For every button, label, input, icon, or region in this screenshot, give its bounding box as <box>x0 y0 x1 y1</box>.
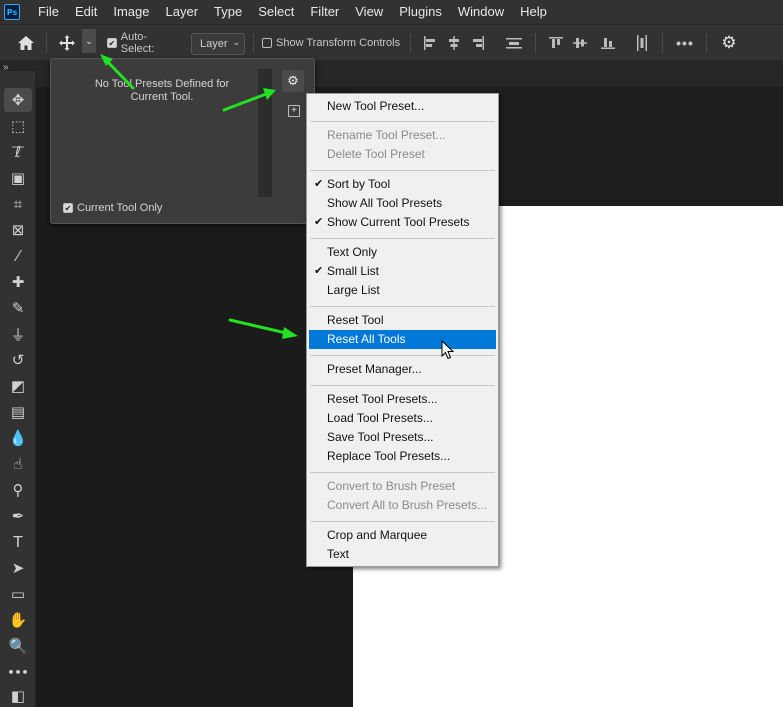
annotation-arrow-3 <box>228 318 288 335</box>
annotation-arrow-2 <box>222 92 268 112</box>
mouse-pointer-icon <box>441 340 455 360</box>
annotation-arrowhead-3 <box>282 327 298 339</box>
annotation-arrows <box>100 54 298 339</box>
annotation-arrow-1 <box>104 58 135 90</box>
